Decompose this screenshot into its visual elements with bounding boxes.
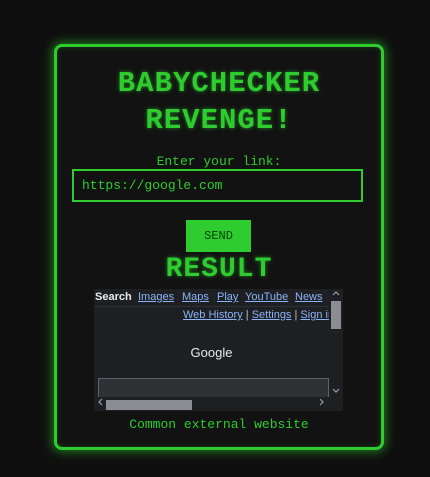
chevron-up-icon[interactable] [329, 289, 343, 299]
preview-vertical-scroll-thumb[interactable] [331, 301, 341, 329]
send-button[interactable]: SEND [186, 220, 251, 252]
preview-nav-bar: Search Images Maps Play YouTube News [94, 289, 329, 307]
preview-horizontal-scroll-thumb[interactable] [106, 400, 192, 410]
preview-separator: | [294, 309, 298, 321]
preview-vertical-scrollbar[interactable] [329, 289, 343, 397]
result-preview-frame[interactable]: Search Images Maps Play YouTube News Web… [94, 289, 343, 411]
preview-link-web-history[interactable]: Web History [183, 309, 243, 321]
page-title-line-1: BABYCHECKER [117, 67, 321, 100]
chevron-down-icon[interactable] [329, 387, 343, 397]
preview-scroll-corner [329, 397, 343, 411]
preview-nav-search[interactable]: Search [95, 289, 132, 306]
preview-nav-maps[interactable]: Maps [182, 289, 209, 306]
preview-nav-images[interactable]: Images [138, 289, 174, 306]
result-heading: RESULT [165, 254, 273, 285]
preview-horizontal-scrollbar[interactable] [94, 397, 329, 411]
link-label: Enter your link: [156, 154, 282, 169]
result-caption: Common external website [129, 417, 309, 432]
preview-link-settings[interactable]: Settings [252, 309, 292, 321]
chevron-right-icon[interactable] [317, 397, 327, 411]
preview-search-input[interactable] [98, 378, 329, 398]
preview-google-logo: Google [190, 345, 233, 360]
preview-nav-news[interactable]: News [295, 289, 323, 306]
page-title-line-2: REVENGE! [145, 104, 293, 137]
link-input[interactable] [72, 169, 363, 202]
preview-nav-play[interactable]: Play [217, 289, 238, 306]
preview-sub-links: Web History | Settings | Sign in [183, 307, 334, 324]
chevron-left-icon[interactable] [95, 397, 105, 411]
preview-nav-youtube[interactable]: YouTube [245, 289, 288, 306]
preview-separator: | [245, 309, 249, 321]
checker-card: BABYCHECKER REVENGE! Enter your link: SE… [54, 44, 384, 450]
